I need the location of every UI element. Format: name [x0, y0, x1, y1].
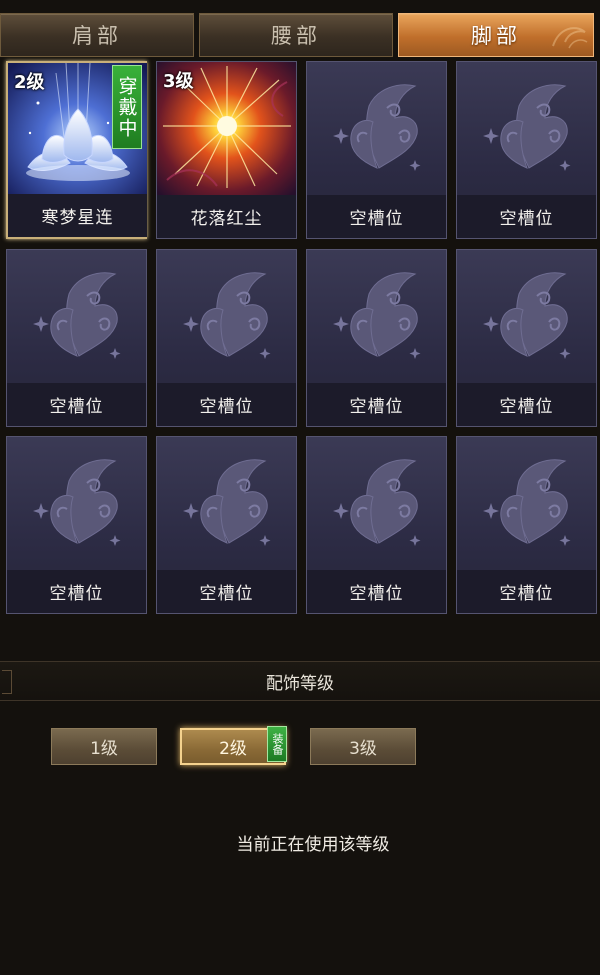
slot-name: 空槽位: [307, 195, 446, 238]
wearing-badge: 穿戴中: [112, 65, 142, 149]
empty-slot[interactable]: 空槽位: [6, 436, 147, 614]
slot-level-label: 2级: [14, 72, 45, 93]
empty-slot-butterfly-icon: [333, 84, 421, 171]
slot-art: [307, 437, 446, 570]
slot-art: [307, 250, 446, 383]
empty-slot-butterfly-icon: [183, 272, 271, 359]
empty-slot[interactable]: 空槽位: [156, 436, 297, 614]
empty-slot-butterfly-icon: [183, 459, 271, 546]
slot-art: [457, 437, 596, 570]
tab-shoulder[interactable]: 肩部: [0, 13, 194, 57]
slot-name: 空槽位: [157, 383, 296, 426]
status-text: 当前正在使用该等级: [236, 835, 390, 855]
empty-slot[interactable]: 空槽位: [6, 249, 147, 427]
slot-name: 空槽位: [457, 570, 596, 613]
slot-name: 花落红尘: [157, 195, 296, 238]
empty-slot-butterfly-icon: [483, 272, 571, 359]
equipped-badge: 装备: [267, 726, 287, 762]
slot-name: 空槽位: [7, 570, 146, 613]
slot-art: [307, 62, 446, 195]
empty-slot[interactable]: 空槽位: [456, 249, 597, 427]
slot-name: 寒梦星连: [8, 194, 147, 237]
slot-art: [7, 437, 146, 570]
slot-name: 空槽位: [307, 570, 446, 613]
empty-slot[interactable]: 空槽位: [306, 249, 447, 427]
level-1-button[interactable]: 1级: [51, 728, 157, 765]
slot-art: [7, 250, 146, 383]
empty-slot[interactable]: 空槽位: [456, 61, 597, 239]
slot-name: 空槽位: [457, 383, 596, 426]
empty-slot-butterfly-icon: [33, 272, 121, 359]
slot-tabs: 肩部 腰部 脚部: [0, 13, 600, 59]
section-title: 配饰等级: [266, 673, 334, 694]
swirl-ornament-icon: [552, 27, 588, 49]
slot-name: 空槽位: [157, 570, 296, 613]
slot-name: 空槽位: [307, 383, 446, 426]
tab-feet[interactable]: 脚部: [398, 13, 594, 57]
empty-slot[interactable]: 空槽位: [456, 436, 597, 614]
empty-slot[interactable]: 空槽位: [306, 436, 447, 614]
slot-name: 空槽位: [457, 195, 596, 238]
empty-slot-butterfly-icon: [483, 459, 571, 546]
tab-feet-label: 脚部: [471, 24, 521, 48]
section-divider: 配饰等级: [0, 661, 600, 701]
tab-waist[interactable]: 腰部: [199, 13, 393, 57]
slot-name: 空槽位: [7, 383, 146, 426]
empty-slot-butterfly-icon: [333, 459, 421, 546]
level-3-button[interactable]: 3级: [310, 728, 416, 765]
slot-art: [157, 437, 296, 570]
accessory-slot[interactable]: 2级 穿戴中寒梦星连: [6, 61, 147, 239]
slot-level-label: 3级: [163, 71, 194, 92]
slot-art: [457, 62, 596, 195]
slot-art: [157, 250, 296, 383]
empty-slot-butterfly-icon: [333, 272, 421, 359]
empty-slot-butterfly-icon: [33, 459, 121, 546]
accessory-slot[interactable]: 3级花落红尘: [156, 61, 297, 239]
empty-slot[interactable]: 空槽位: [156, 249, 297, 427]
empty-slot[interactable]: 空槽位: [306, 61, 447, 239]
empty-slot-butterfly-icon: [483, 84, 571, 171]
slot-art: [457, 250, 596, 383]
